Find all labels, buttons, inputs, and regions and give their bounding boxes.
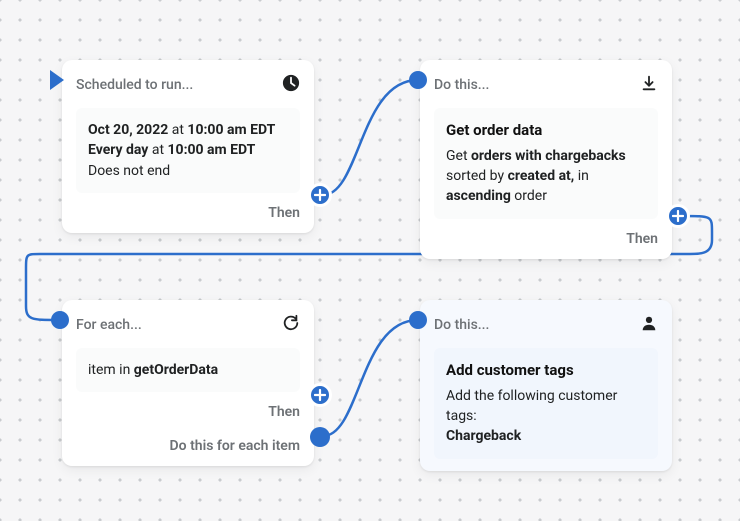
then-label: Then — [626, 231, 658, 247]
node-connector-dot — [409, 71, 427, 89]
clock-icon — [282, 74, 300, 96]
add-step-button[interactable] — [308, 183, 332, 207]
add-tags-body: Add customer tags Add the following cust… — [434, 348, 658, 459]
add-step-button[interactable] — [666, 204, 690, 228]
do-this-header: Do this... — [434, 77, 489, 93]
for-each-footer: Do this for each item — [170, 438, 300, 454]
for-each-body: item in getOrderData — [76, 348, 300, 392]
node-connector-dot — [51, 311, 69, 329]
do-this-header: Do this... — [434, 317, 489, 333]
node-connector-dot — [409, 311, 427, 329]
for-each-card[interactable]: For each... item in getOrderData Then Do… — [62, 300, 314, 466]
get-order-data-card[interactable]: Do this... Get order data Get orders wit… — [420, 60, 672, 259]
scheduled-header: Scheduled to run... — [76, 77, 193, 93]
scheduled-body: Oct 20, 2022 at 10:00 am EDT Every day a… — [76, 108, 300, 193]
refresh-icon — [282, 314, 300, 336]
person-icon — [640, 314, 658, 336]
add-customer-tags-card[interactable]: Do this... Add customer tags Add the fol… — [420, 300, 672, 471]
then-label: Then — [268, 404, 300, 420]
add-step-button[interactable] — [308, 383, 332, 407]
for-each-header: For each... — [76, 317, 142, 333]
scheduled-card[interactable]: Scheduled to run... Oct 20, 2022 at 10:0… — [62, 60, 314, 233]
start-trigger-icon — [50, 70, 64, 90]
for-each-item-dot — [310, 427, 330, 447]
download-icon — [640, 74, 658, 96]
get-order-body: Get order data Get orders with chargebac… — [434, 108, 658, 219]
then-label: Then — [268, 205, 300, 221]
